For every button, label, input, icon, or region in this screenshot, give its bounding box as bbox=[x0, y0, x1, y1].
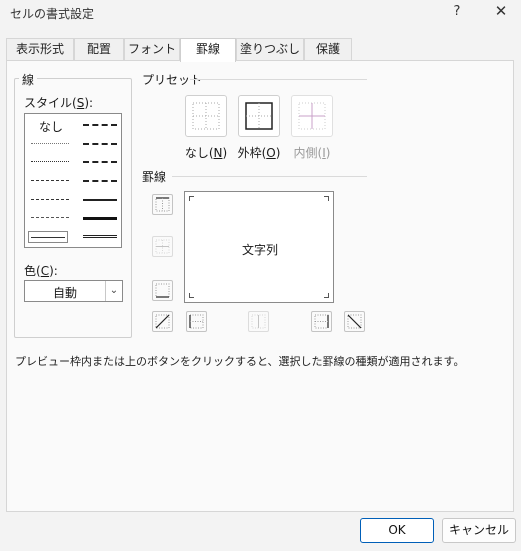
border-divider bbox=[172, 176, 367, 177]
line-style-dash-dot-dot[interactable] bbox=[31, 180, 69, 181]
corner-mark-tr bbox=[324, 196, 329, 201]
line-style-dashed[interactable] bbox=[31, 217, 69, 218]
border-diagonal-up-button[interactable] bbox=[152, 311, 173, 332]
corner-mark-tl bbox=[189, 196, 194, 201]
line-style-medium-dashed[interactable] bbox=[83, 180, 117, 182]
tab-font[interactable]: フォント bbox=[124, 38, 180, 61]
line-style-dash-dot[interactable] bbox=[31, 199, 69, 200]
preset-none-icon bbox=[192, 102, 220, 130]
border-inside-vertical-icon bbox=[251, 314, 266, 329]
border-right-button[interactable] bbox=[311, 311, 332, 332]
line-style-thin-selected[interactable] bbox=[28, 231, 68, 243]
color-value: 自動 bbox=[52, 286, 77, 300]
diagonal-down-icon bbox=[347, 314, 362, 329]
preset-outline-icon bbox=[245, 102, 273, 130]
ok-button[interactable]: OK bbox=[360, 518, 434, 543]
line-style-medium-dash-dot[interactable] bbox=[83, 161, 117, 163]
tab-border[interactable]: 罫線 bbox=[180, 38, 236, 62]
preset-outline-button[interactable] bbox=[238, 95, 280, 137]
line-style-none[interactable]: なし bbox=[39, 118, 63, 135]
info-text: プレビュー枠内または上のボタンをクリックすると、選択した罫線の種類が適用されます… bbox=[15, 355, 465, 368]
chevron-down-icon[interactable]: ⌄ bbox=[105, 281, 122, 301]
border-left-icon bbox=[189, 314, 204, 329]
preset-none-button[interactable] bbox=[185, 95, 227, 137]
window-title: セルの書式設定 bbox=[10, 7, 95, 21]
line-style-thick[interactable] bbox=[83, 217, 117, 220]
border-left-button[interactable] bbox=[186, 311, 207, 332]
line-style-list[interactable]: なし bbox=[24, 113, 122, 248]
close-button[interactable]: ✕ bbox=[491, 2, 511, 20]
preset-inside-icon bbox=[298, 102, 326, 130]
line-style-double[interactable] bbox=[83, 235, 117, 238]
border-inside-vertical-button bbox=[248, 311, 269, 332]
border-top-button[interactable] bbox=[152, 194, 173, 215]
title-bar: セルの書式設定 ? ✕ bbox=[0, 0, 521, 28]
corner-mark-br bbox=[324, 293, 329, 298]
border-right-icon bbox=[314, 314, 329, 329]
border-title: 罫線 bbox=[142, 168, 171, 185]
border-preview[interactable]: 文字列 bbox=[184, 191, 334, 303]
border-top-icon bbox=[155, 197, 170, 212]
corner-mark-bl bbox=[189, 293, 194, 298]
line-style-slanted-dash-dot[interactable] bbox=[83, 143, 117, 145]
tab-alignment[interactable]: 配置 bbox=[74, 38, 124, 61]
border-bottom-button[interactable] bbox=[152, 280, 173, 301]
style-label: スタイル(S): bbox=[24, 96, 94, 110]
help-button[interactable]: ? bbox=[447, 4, 467, 19]
cancel-button[interactable]: キャンセル bbox=[442, 518, 516, 543]
tab-fill[interactable]: 塗りつぶし bbox=[236, 38, 304, 61]
tab-protection[interactable]: 保護 bbox=[304, 38, 352, 61]
border-inside-horizontal-button bbox=[152, 236, 173, 257]
tab-number-format[interactable]: 表示形式 bbox=[6, 38, 74, 61]
preview-sample-text: 文字列 bbox=[241, 243, 278, 257]
line-style-dotted[interactable] bbox=[31, 161, 69, 162]
line-group-title: 線 bbox=[19, 71, 38, 88]
preset-outline-label: 外枠(O) bbox=[237, 146, 281, 160]
line-style-medium-dash-dot-dot[interactable] bbox=[83, 124, 117, 126]
line-style-medium[interactable] bbox=[83, 199, 117, 201]
border-bottom-icon bbox=[155, 283, 170, 298]
preset-inside-label: 内側(I) bbox=[293, 146, 331, 160]
preset-divider bbox=[190, 79, 367, 80]
color-dropdown[interactable]: 自動 ⌄ bbox=[24, 280, 123, 302]
preset-none-label: なし(N) bbox=[184, 146, 228, 160]
border-diagonal-down-button[interactable] bbox=[344, 311, 365, 332]
color-label: 色(C): bbox=[24, 264, 58, 278]
line-style-hair[interactable] bbox=[31, 143, 69, 144]
diagonal-up-icon bbox=[155, 314, 170, 329]
preset-inside-button bbox=[291, 95, 333, 137]
border-inside-horizontal-icon bbox=[155, 239, 170, 254]
